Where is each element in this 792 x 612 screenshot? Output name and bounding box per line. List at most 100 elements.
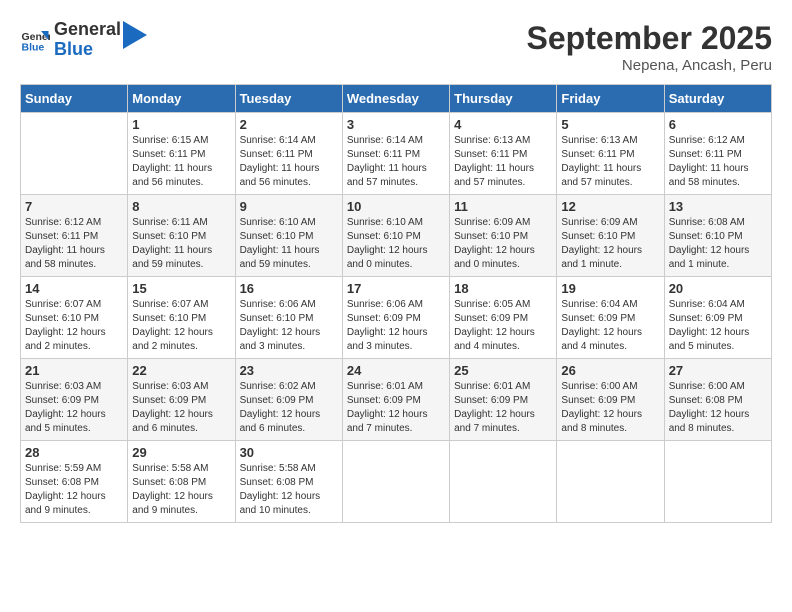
- day-number: 2: [240, 117, 338, 132]
- svg-text:Blue: Blue: [22, 41, 45, 53]
- calendar-cell: 30 Sunrise: 5:58 AM Sunset: 6:08 PM Dayli…: [235, 441, 342, 523]
- calendar-cell: 29 Sunrise: 5:58 AM Sunset: 6:08 PM Dayli…: [128, 441, 235, 523]
- calendar-cell: 17Sunrise: 6:06 AM Sunset: 6:09 PM Dayli…: [342, 277, 449, 359]
- day-number: 21: [25, 363, 123, 378]
- day-number: 19: [561, 281, 659, 296]
- day-info: Sunrise: 6:11 AM Sunset: 6:10 PM Dayligh…: [132, 216, 230, 272]
- week-row-3: 14Sunrise: 6:07 AM Sunset: 6:10 PM Dayli…: [21, 277, 772, 359]
- day-info: Sunrise: 6:03 AM Sunset: 6:09 PM Dayligh…: [132, 380, 230, 436]
- day-number: 9: [240, 199, 338, 214]
- day-info: Sunrise: 6:06 AM Sunset: 6:10 PM Dayligh…: [240, 298, 338, 354]
- calendar-cell: 4 Sunrise: 6:13 AM Sunset: 6:11 PM Daylig…: [450, 113, 557, 195]
- day-info: Sunrise: 6:03 AM Sunset: 6:09 PM Dayligh…: [25, 380, 123, 436]
- calendar-cell: 24 Sunrise: 6:01 AM Sunset: 6:09 PM Dayli…: [342, 359, 449, 441]
- calendar-cell: 3 Sunrise: 6:14 AM Sunset: 6:11 PM Daylig…: [342, 113, 449, 195]
- title-block: September 2025 Nepena, Ancash, Peru: [527, 20, 772, 74]
- calendar-cell: 5 Sunrise: 6:13 AM Sunset: 6:11 PM Daylig…: [557, 113, 664, 195]
- header-row: SundayMondayTuesdayWednesdayThursdayFrid…: [21, 85, 772, 113]
- header-monday: Monday: [128, 85, 235, 113]
- day-info: Sunrise: 6:00 AM Sunset: 6:08 PM Dayligh…: [669, 380, 767, 436]
- logo-icon: General Blue: [20, 25, 50, 55]
- week-row-4: 21 Sunrise: 6:03 AM Sunset: 6:09 PM Dayli…: [21, 359, 772, 441]
- day-number: 14: [25, 281, 123, 296]
- logo-arrow-icon: [123, 21, 147, 49]
- calendar-cell: [342, 441, 449, 523]
- calendar-cell: 14Sunrise: 6:07 AM Sunset: 6:10 PM Dayli…: [21, 277, 128, 359]
- day-info: Sunrise: 6:12 AM Sunset: 6:11 PM Dayligh…: [25, 216, 123, 272]
- day-number: 30: [240, 445, 338, 460]
- day-info: Sunrise: 6:10 AM Sunset: 6:10 PM Dayligh…: [347, 216, 445, 272]
- location-subtitle: Nepena, Ancash, Peru: [527, 57, 772, 74]
- day-number: 18: [454, 281, 552, 296]
- day-number: 3: [347, 117, 445, 132]
- calendar-cell: 18Sunrise: 6:05 AM Sunset: 6:09 PM Dayli…: [450, 277, 557, 359]
- day-number: 12: [561, 199, 659, 214]
- calendar-cell: 25 Sunrise: 6:01 AM Sunset: 6:09 PM Dayli…: [450, 359, 557, 441]
- calendar-cell: [664, 441, 771, 523]
- calendar-cell: 11 Sunrise: 6:09 AM Sunset: 6:10 PM Dayli…: [450, 195, 557, 277]
- day-number: 5: [561, 117, 659, 132]
- calendar-cell: 23 Sunrise: 6:02 AM Sunset: 6:09 PM Dayli…: [235, 359, 342, 441]
- header-sunday: Sunday: [21, 85, 128, 113]
- day-info: Sunrise: 6:04 AM Sunset: 6:09 PM Dayligh…: [669, 298, 767, 354]
- week-row-5: 28Sunrise: 5:59 AM Sunset: 6:08 PM Dayli…: [21, 441, 772, 523]
- logo-general: General: [54, 20, 121, 40]
- day-info: Sunrise: 6:06 AM Sunset: 6:09 PM Dayligh…: [347, 298, 445, 354]
- day-info: Sunrise: 6:08 AM Sunset: 6:10 PM Dayligh…: [669, 216, 767, 272]
- month-title: September 2025: [527, 20, 772, 57]
- week-row-1: 1 Sunrise: 6:15 AM Sunset: 6:11 PM Daylig…: [21, 113, 772, 195]
- calendar-cell: 1 Sunrise: 6:15 AM Sunset: 6:11 PM Daylig…: [128, 113, 235, 195]
- day-number: 29: [132, 445, 230, 460]
- page-header: General Blue General Blue September 2025…: [20, 20, 772, 74]
- day-info: Sunrise: 5:58 AM Sunset: 6:08 PM Dayligh…: [240, 462, 338, 518]
- day-info: Sunrise: 6:00 AM Sunset: 6:09 PM Dayligh…: [561, 380, 659, 436]
- day-number: 15: [132, 281, 230, 296]
- calendar-cell: 27 Sunrise: 6:00 AM Sunset: 6:08 PM Dayli…: [664, 359, 771, 441]
- day-number: 20: [669, 281, 767, 296]
- day-info: Sunrise: 6:15 AM Sunset: 6:11 PM Dayligh…: [132, 134, 230, 190]
- day-info: Sunrise: 6:14 AM Sunset: 6:11 PM Dayligh…: [240, 134, 338, 190]
- calendar-cell: 22 Sunrise: 6:03 AM Sunset: 6:09 PM Dayli…: [128, 359, 235, 441]
- calendar-cell: 20 Sunrise: 6:04 AM Sunset: 6:09 PM Dayli…: [664, 277, 771, 359]
- day-number: 6: [669, 117, 767, 132]
- calendar-cell: 2 Sunrise: 6:14 AM Sunset: 6:11 PM Daylig…: [235, 113, 342, 195]
- day-info: Sunrise: 6:01 AM Sunset: 6:09 PM Dayligh…: [347, 380, 445, 436]
- day-info: Sunrise: 6:13 AM Sunset: 6:11 PM Dayligh…: [561, 134, 659, 190]
- calendar-cell: 8 Sunrise: 6:11 AM Sunset: 6:10 PM Daylig…: [128, 195, 235, 277]
- day-number: 10: [347, 199, 445, 214]
- day-number: 25: [454, 363, 552, 378]
- calendar-cell: 12 Sunrise: 6:09 AM Sunset: 6:10 PM Dayli…: [557, 195, 664, 277]
- day-info: Sunrise: 6:12 AM Sunset: 6:11 PM Dayligh…: [669, 134, 767, 190]
- day-number: 24: [347, 363, 445, 378]
- calendar-cell: 7Sunrise: 6:12 AM Sunset: 6:11 PM Daylig…: [21, 195, 128, 277]
- day-number: 23: [240, 363, 338, 378]
- calendar-cell: 10 Sunrise: 6:10 AM Sunset: 6:10 PM Dayli…: [342, 195, 449, 277]
- calendar-cell: 9Sunrise: 6:10 AM Sunset: 6:10 PM Daylig…: [235, 195, 342, 277]
- day-number: 13: [669, 199, 767, 214]
- header-friday: Friday: [557, 85, 664, 113]
- day-info: Sunrise: 5:58 AM Sunset: 6:08 PM Dayligh…: [132, 462, 230, 518]
- logo-blue: Blue: [54, 40, 121, 60]
- day-info: Sunrise: 6:09 AM Sunset: 6:10 PM Dayligh…: [561, 216, 659, 272]
- calendar-cell: 6 Sunrise: 6:12 AM Sunset: 6:11 PM Daylig…: [664, 113, 771, 195]
- day-info: Sunrise: 6:09 AM Sunset: 6:10 PM Dayligh…: [454, 216, 552, 272]
- calendar-cell: 21 Sunrise: 6:03 AM Sunset: 6:09 PM Dayli…: [21, 359, 128, 441]
- calendar-cell: 16Sunrise: 6:06 AM Sunset: 6:10 PM Dayli…: [235, 277, 342, 359]
- day-number: 22: [132, 363, 230, 378]
- day-number: 8: [132, 199, 230, 214]
- day-number: 1: [132, 117, 230, 132]
- header-wednesday: Wednesday: [342, 85, 449, 113]
- day-info: Sunrise: 6:14 AM Sunset: 6:11 PM Dayligh…: [347, 134, 445, 190]
- week-row-2: 7Sunrise: 6:12 AM Sunset: 6:11 PM Daylig…: [21, 195, 772, 277]
- calendar-cell: 19Sunrise: 6:04 AM Sunset: 6:09 PM Dayli…: [557, 277, 664, 359]
- calendar-cell: 15Sunrise: 6:07 AM Sunset: 6:10 PM Dayli…: [128, 277, 235, 359]
- day-info: Sunrise: 6:01 AM Sunset: 6:09 PM Dayligh…: [454, 380, 552, 436]
- header-thursday: Thursday: [450, 85, 557, 113]
- day-number: 11: [454, 199, 552, 214]
- day-number: 4: [454, 117, 552, 132]
- day-info: Sunrise: 6:02 AM Sunset: 6:09 PM Dayligh…: [240, 380, 338, 436]
- day-number: 27: [669, 363, 767, 378]
- calendar-table: SundayMondayTuesdayWednesdayThursdayFrid…: [20, 84, 772, 523]
- day-info: Sunrise: 5:59 AM Sunset: 6:08 PM Dayligh…: [25, 462, 123, 518]
- day-info: Sunrise: 6:13 AM Sunset: 6:11 PM Dayligh…: [454, 134, 552, 190]
